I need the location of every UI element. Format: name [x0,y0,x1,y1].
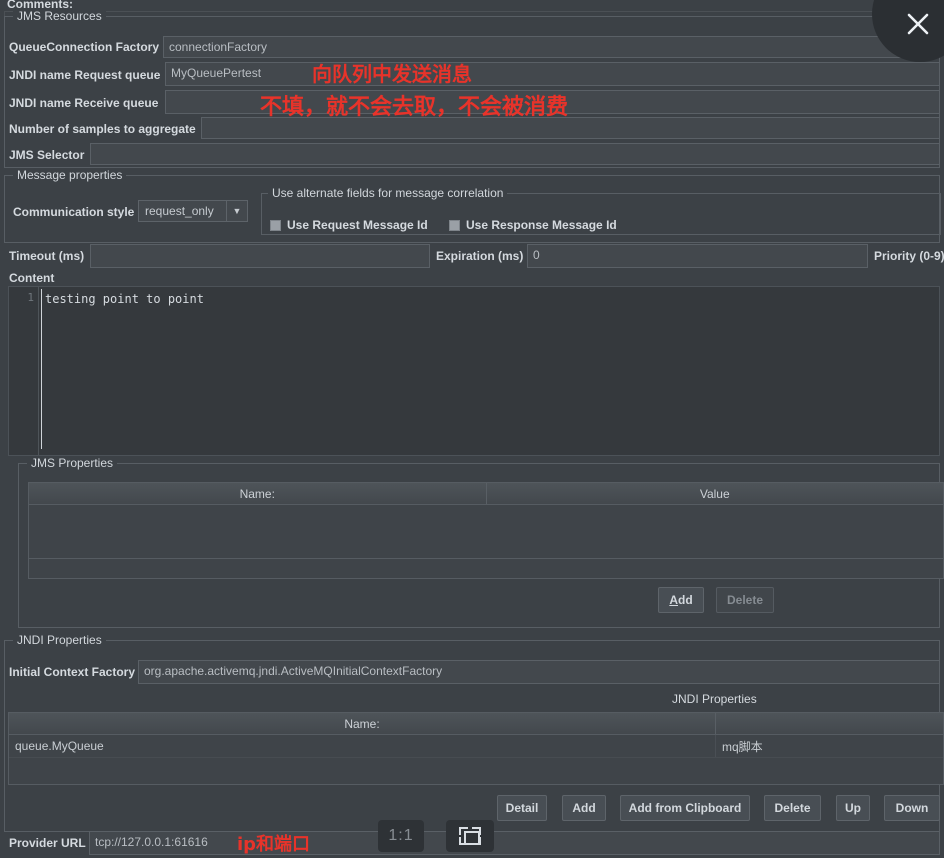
chevron-down-icon: ▼ [226,201,247,221]
add-rest: dd [678,593,693,607]
jndi-properties-table[interactable]: Name: queue.MyQueue mq脚本 [8,712,944,785]
communication-style-label: Communication style [13,205,135,219]
line-number: 1 [27,291,34,304]
jms-properties-delete-button[interactable]: Delete [716,587,774,613]
initial-context-factory-input[interactable]: org.apache.activemq.jndi.ActiveMQInitial… [138,660,940,684]
num-samples-label: Number of samples to aggregate [9,122,196,136]
message-correlation-title: Use alternate fields for message correla… [268,186,508,200]
use-request-message-id-checkbox[interactable]: Use Request Message Id [270,218,428,232]
jndi-receive-queue-input[interactable] [165,90,940,114]
jndi-request-queue-label: JNDI name Request queue [9,68,161,82]
zoom-ratio-label: 1:1 [388,827,414,844]
jndi-up-button[interactable]: Up [836,795,870,821]
use-response-message-id-checkbox[interactable]: Use Response Message Id [449,218,617,232]
jndi-down-button[interactable]: Down [884,795,940,821]
cell-name: queue.MyQueue [9,735,716,757]
use-response-message-id-label: Use Response Message Id [466,218,617,232]
add-mnemonic: A [669,593,678,607]
jndi-receive-queue-label: JNDI name Receive queue [9,96,159,110]
fit-to-screen-button[interactable] [446,820,494,852]
timeout-label: Timeout (ms) [9,249,85,263]
jms-selector-label: JMS Selector [9,148,85,162]
column-header-value[interactable]: Value [487,483,944,504]
jms-selector-input[interactable] [90,143,940,165]
checkbox-icon [270,219,281,231]
priority-label: Priority (0-9) [874,249,944,263]
table-header: Name: [9,713,943,735]
content-gutter: 1 [9,287,39,455]
zoom-ratio-button[interactable]: 1:1 [378,820,424,852]
queue-connection-factory-input[interactable]: connectionFactory [163,36,940,58]
jndi-properties-title: JNDI Properties [13,633,106,647]
content-text-area[interactable]: testing point to point [39,287,939,455]
column-header-value[interactable] [716,713,943,734]
content-line: testing point to point [45,292,204,306]
jndi-detail-button[interactable]: Detail [497,795,547,821]
provider-url-label: Provider URL [9,836,86,850]
table-row[interactable]: queue.MyQueue mq脚本 [9,735,943,758]
jms-properties-title: JMS Properties [27,456,118,470]
jndi-properties-table-caption: JNDI Properties [672,692,757,706]
checkbox-icon [449,219,460,231]
column-header-name[interactable]: Name: [29,483,487,504]
fit-to-screen-icon [459,827,481,845]
use-request-message-id-label: Use Request Message Id [287,218,428,232]
timeout-input[interactable] [90,244,430,268]
table-body: queue.MyQueue mq脚本 [9,735,943,758]
cell-value: mq脚本 [722,739,763,754]
jms-resources-title: JMS Resources [13,9,106,23]
close-icon[interactable] [898,4,938,44]
jndi-add-from-clipboard-button[interactable]: Add from Clipboard [620,795,750,821]
communication-style-value: request_only [145,204,214,218]
communication-style-select[interactable]: request_only ▼ [138,200,248,222]
jndi-add-button[interactable]: Add [562,795,606,821]
provider-url-input[interactable]: tcp://127.0.0.1:61616 [89,831,940,855]
text-caret [41,289,42,449]
expiration-label: Expiration (ms) [436,249,524,263]
jndi-request-queue-input[interactable]: MyQueuePertest [165,62,940,86]
content-label: Content [9,271,55,285]
message-properties-title: Message properties [13,168,127,182]
initial-context-factory-label: Initial Context Factory [9,665,136,679]
jms-properties-add-button[interactable]: Add [658,587,704,613]
jms-point-to-point-sampler-panel: Comments: JMS Resources QueueConnection … [0,0,944,858]
expiration-input[interactable]: 0 [527,244,868,268]
content-editor[interactable]: 1 testing point to point [8,286,940,456]
column-header-name[interactable]: Name: [9,713,716,734]
num-samples-input[interactable] [201,117,940,139]
jms-properties-table[interactable]: Name: Value [28,482,944,579]
table-header: Name: Value [29,483,943,505]
jndi-delete-button[interactable]: Delete [764,795,821,821]
queue-connection-factory-label: QueueConnection Factory [9,40,160,54]
